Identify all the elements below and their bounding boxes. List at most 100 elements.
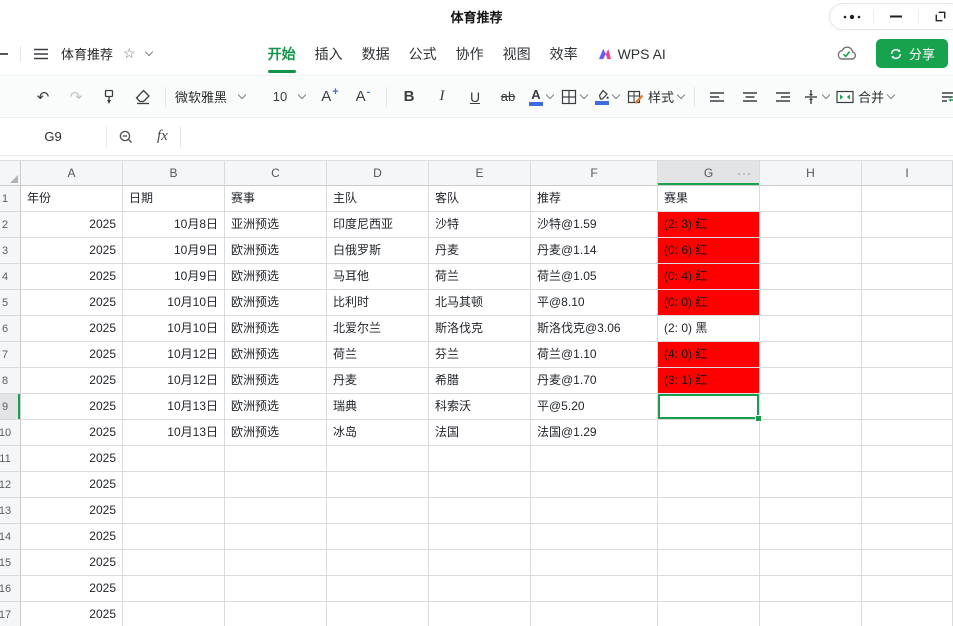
- cell-I1[interactable]: [862, 186, 953, 212]
- cell-E17[interactable]: [429, 602, 531, 626]
- cloud-saved-icon[interactable]: [835, 45, 859, 62]
- cell-F11[interactable]: [531, 446, 658, 472]
- more-options-button[interactable]: [830, 4, 873, 29]
- hamburger-menu-icon[interactable]: [33, 47, 49, 61]
- row-header-14[interactable]: 14: [0, 524, 21, 550]
- share-button[interactable]: 分享: [876, 39, 948, 68]
- cell-G8[interactable]: (3: 1) 红: [658, 368, 760, 394]
- cell-D13[interactable]: [327, 498, 429, 524]
- cell-A14[interactable]: 2025: [21, 524, 123, 550]
- cell-B17[interactable]: [123, 602, 225, 626]
- cell-I12[interactable]: [862, 472, 953, 498]
- cell-F2[interactable]: 沙特@1.59: [531, 212, 658, 238]
- cell-F6[interactable]: 斯洛伐克@3.06: [531, 316, 658, 342]
- cell-F3[interactable]: 丹麦@1.14: [531, 238, 658, 264]
- align-left-button[interactable]: [704, 83, 730, 111]
- fill-color-button[interactable]: [594, 83, 620, 111]
- cell-D8[interactable]: 丹麦: [327, 368, 429, 394]
- cell-I7[interactable]: [862, 342, 953, 368]
- cell-A11[interactable]: 2025: [21, 446, 123, 472]
- cell-G17[interactable]: [658, 602, 760, 626]
- row-header-16[interactable]: 16: [0, 576, 21, 602]
- cell-E8[interactable]: 希腊: [429, 368, 531, 394]
- cell-E4[interactable]: 荷兰: [429, 264, 531, 290]
- cell-C2[interactable]: 亚洲预选: [225, 212, 327, 238]
- cell-D14[interactable]: [327, 524, 429, 550]
- cell-F4[interactable]: 荷兰@1.05: [531, 264, 658, 290]
- cell-I15[interactable]: [862, 550, 953, 576]
- font-name-select[interactable]: 微软雅黑: [175, 83, 261, 111]
- cell-B15[interactable]: [123, 550, 225, 576]
- cell-B10[interactable]: 10月13日: [123, 420, 225, 446]
- cell-C4[interactable]: 欧洲预选: [225, 264, 327, 290]
- column-header-d[interactable]: D: [327, 161, 429, 186]
- cell-A6[interactable]: 2025: [21, 316, 123, 342]
- row-header-9[interactable]: 9: [0, 394, 21, 420]
- cell-E16[interactable]: [429, 576, 531, 602]
- row-header-11[interactable]: 11: [0, 446, 21, 472]
- tab-formula[interactable]: 公式: [409, 32, 437, 75]
- cell-I5[interactable]: [862, 290, 953, 316]
- cell-H4[interactable]: [760, 264, 862, 290]
- cell-H9[interactable]: [760, 394, 862, 420]
- row-header-2[interactable]: 2: [0, 212, 21, 238]
- cell-A12[interactable]: 2025: [21, 472, 123, 498]
- cell-C13[interactable]: [225, 498, 327, 524]
- align-center-button[interactable]: [737, 83, 763, 111]
- vertical-align-button[interactable]: [803, 83, 829, 111]
- cell-H1[interactable]: [760, 186, 862, 212]
- cell-G16[interactable]: [658, 576, 760, 602]
- cell-style-button[interactable]: 样式: [627, 83, 684, 111]
- name-box[interactable]: G9: [0, 129, 106, 144]
- cell-A15[interactable]: 2025: [21, 550, 123, 576]
- cell-B12[interactable]: [123, 472, 225, 498]
- cell-D6[interactable]: 北爱尔兰: [327, 316, 429, 342]
- column-header-h[interactable]: H: [760, 161, 862, 186]
- cell-I6[interactable]: [862, 316, 953, 342]
- column-header-b[interactable]: B: [123, 161, 225, 186]
- cell-D1[interactable]: 主队: [327, 186, 429, 212]
- redo-button[interactable]: ↷: [63, 83, 89, 111]
- row-header-3[interactable]: 3: [0, 238, 21, 264]
- cell-C5[interactable]: 欧洲预选: [225, 290, 327, 316]
- strikethrough-button[interactable]: ab: [495, 83, 521, 111]
- format-painter-button[interactable]: [96, 83, 122, 111]
- cell-F8[interactable]: 丹麦@1.70: [531, 368, 658, 394]
- cell-I9[interactable]: [862, 394, 953, 420]
- cell-G2[interactable]: (2: 3) 红: [658, 212, 760, 238]
- cell-B16[interactable]: [123, 576, 225, 602]
- wrap-text-button[interactable]: [936, 83, 953, 111]
- cell-E15[interactable]: [429, 550, 531, 576]
- cell-A8[interactable]: 2025: [21, 368, 123, 394]
- cell-I11[interactable]: [862, 446, 953, 472]
- row-header-7[interactable]: 7: [0, 342, 21, 368]
- cell-H12[interactable]: [760, 472, 862, 498]
- cell-D16[interactable]: [327, 576, 429, 602]
- cell-A3[interactable]: 2025: [21, 238, 123, 264]
- cell-I14[interactable]: [862, 524, 953, 550]
- cell-B7[interactable]: 10月12日: [123, 342, 225, 368]
- cell-H8[interactable]: [760, 368, 862, 394]
- doc-menu-chevron-icon[interactable]: [144, 48, 152, 56]
- cell-H11[interactable]: [760, 446, 862, 472]
- underline-button[interactable]: U: [462, 83, 488, 111]
- cell-H5[interactable]: [760, 290, 862, 316]
- cell-C6[interactable]: 欧洲预选: [225, 316, 327, 342]
- clear-format-button[interactable]: [129, 83, 155, 111]
- increase-font-button[interactable]: A+: [317, 83, 343, 111]
- cell-F1[interactable]: 推荐: [531, 186, 658, 212]
- cell-C1[interactable]: 赛事: [225, 186, 327, 212]
- cell-H6[interactable]: [760, 316, 862, 342]
- cell-B13[interactable]: [123, 498, 225, 524]
- cell-E14[interactable]: [429, 524, 531, 550]
- cell-H2[interactable]: [760, 212, 862, 238]
- cell-B3[interactable]: 10月9日: [123, 238, 225, 264]
- cell-C3[interactable]: 欧洲预选: [225, 238, 327, 264]
- cell-D9[interactable]: 瑞典: [327, 394, 429, 420]
- cell-F7[interactable]: 荷兰@1.10: [531, 342, 658, 368]
- cell-G12[interactable]: [658, 472, 760, 498]
- column-header-i[interactable]: I: [862, 161, 953, 186]
- cell-B11[interactable]: [123, 446, 225, 472]
- cell-F10[interactable]: 法国@1.29: [531, 420, 658, 446]
- tab-efficiency[interactable]: 效率: [550, 32, 578, 75]
